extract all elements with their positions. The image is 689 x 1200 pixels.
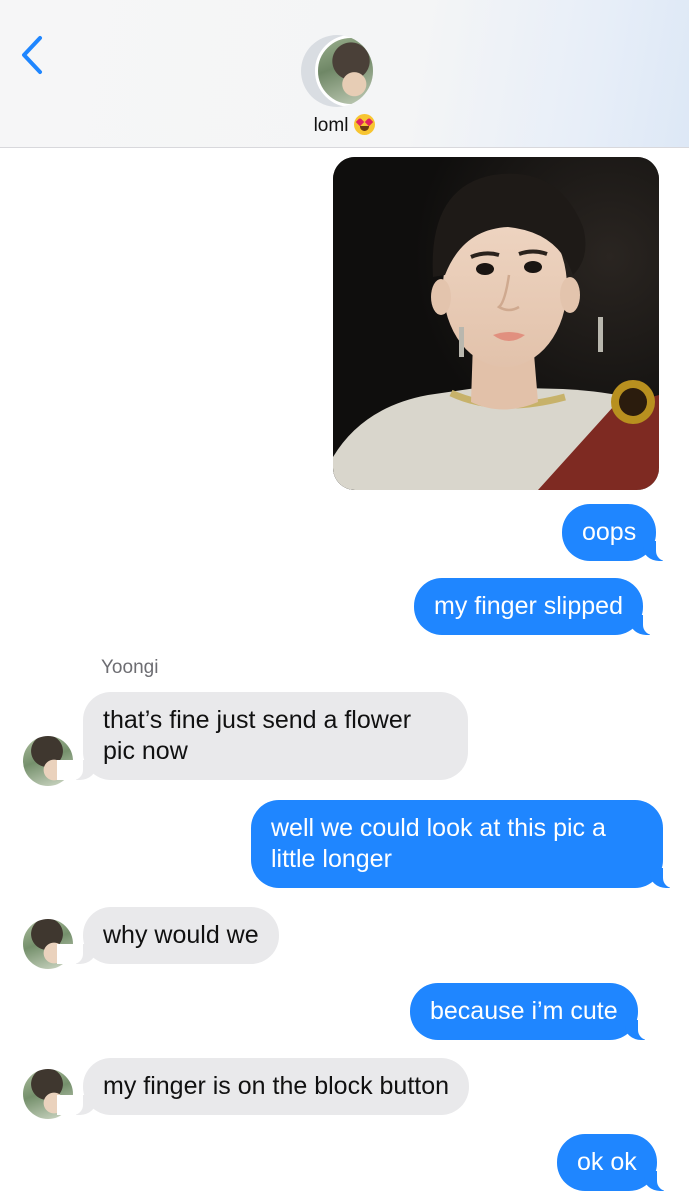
heart-eyes-emoji-icon (354, 114, 376, 135)
message-text: ok ok (577, 1148, 637, 1176)
sender-name: Yoongi (101, 657, 159, 678)
message-bubble-received[interactable]: my finger is on the block button (56, 1058, 470, 1115)
contact-name-row[interactable]: loml (0, 114, 689, 137)
message-text: why would we (103, 921, 259, 949)
message-text: oops (582, 518, 637, 546)
message-bubble-sent[interactable]: ok ok (557, 1134, 683, 1191)
message-bubble-received[interactable]: why would we (57, 907, 279, 964)
message-bubble-received[interactable]: that’s fine just send a flower pic now (57, 692, 468, 780)
conversation-header: loml (0, 0, 689, 148)
selfie-photo (333, 157, 659, 490)
contact-avatar[interactable] (301, 35, 373, 107)
message-text-line: little longer (271, 845, 392, 873)
message-text-line: that’s fine just send a flower (103, 706, 412, 734)
message-text: because i’m cute (430, 997, 618, 1025)
message-bubble-sent[interactable]: oops (562, 504, 683, 561)
message-text: my finger is on the block button (103, 1072, 450, 1100)
message-bubble-sent[interactable]: because i’m cute (410, 983, 664, 1040)
chevron-left-icon (22, 36, 42, 74)
message-text-line: pic now (103, 737, 188, 765)
contact-name: loml (313, 115, 349, 136)
message-bubble-sent[interactable]: well we could look at this pic a little … (251, 800, 689, 888)
message-text-line: well we could look at this pic a (271, 814, 606, 842)
message-text: my finger slipped (434, 592, 623, 620)
message-bubble-sent[interactable]: my finger slipped (414, 578, 669, 635)
photo-message[interactable] (333, 157, 659, 490)
contact-avatar-photo (315, 35, 373, 107)
back-button[interactable] (16, 34, 56, 78)
